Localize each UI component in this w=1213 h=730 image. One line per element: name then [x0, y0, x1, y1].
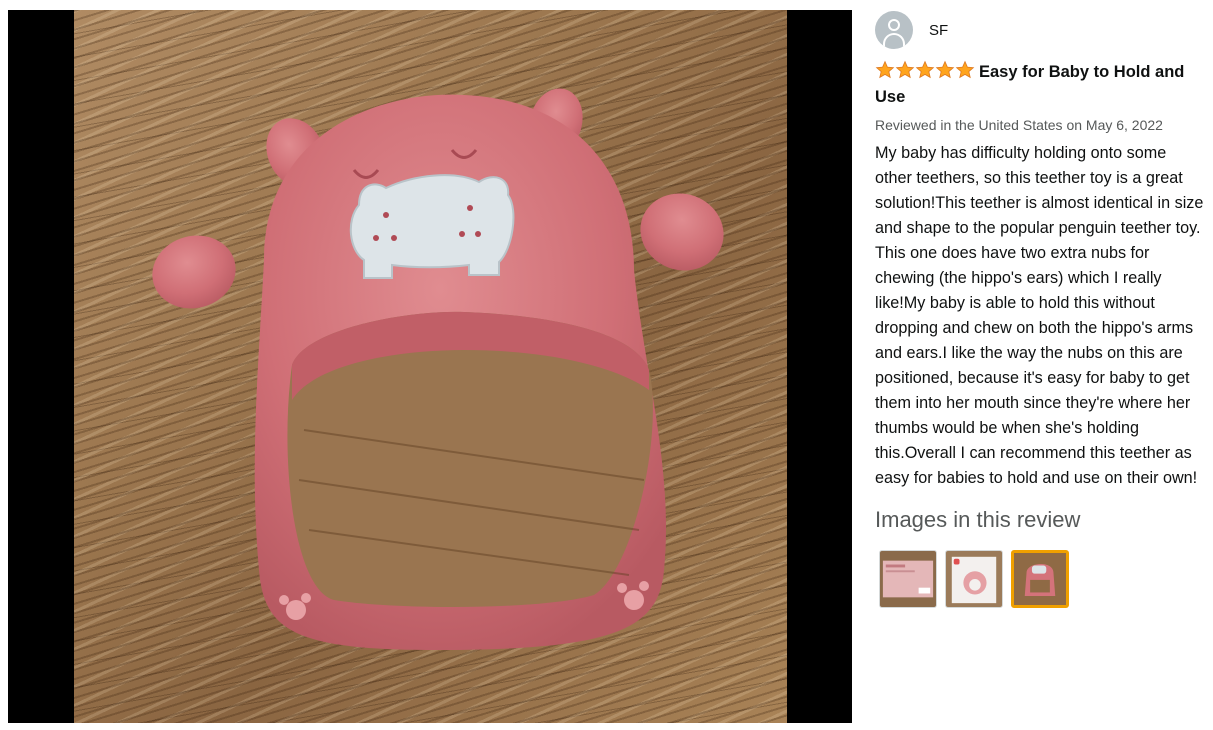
- star-icon: [915, 60, 935, 79]
- teether-illustration: [152, 88, 724, 650]
- star-icon: [935, 60, 955, 79]
- images-heading: Images in this review: [875, 507, 1081, 532]
- reviewer-name[interactable]: SF: [929, 22, 948, 39]
- star-icon: [955, 60, 975, 79]
- review-panel: SF Easy for Baby to Hold and Use Reviewe…: [875, 10, 1207, 608]
- thumbnail-1[interactable]: [879, 550, 937, 608]
- thumbnail-3-selected[interactable]: [1011, 550, 1069, 608]
- thumbnail-2[interactable]: [945, 550, 1003, 608]
- star-rating[interactable]: [875, 60, 975, 80]
- review-photo[interactable]: [74, 10, 787, 723]
- star-icon: [875, 60, 895, 79]
- review-date: Reviewed in the United States on May 6, …: [875, 117, 1163, 133]
- thumbnail-strip: [879, 550, 1207, 608]
- review-body: My baby has difficulty holding onto some…: [875, 144, 1204, 487]
- avatar-icon: [875, 11, 913, 49]
- review-title-row: Easy for Baby to Hold and Use: [875, 60, 1207, 110]
- image-viewer: [8, 10, 852, 723]
- reviewer-row: SF: [875, 10, 1207, 50]
- star-icon: [895, 60, 915, 79]
